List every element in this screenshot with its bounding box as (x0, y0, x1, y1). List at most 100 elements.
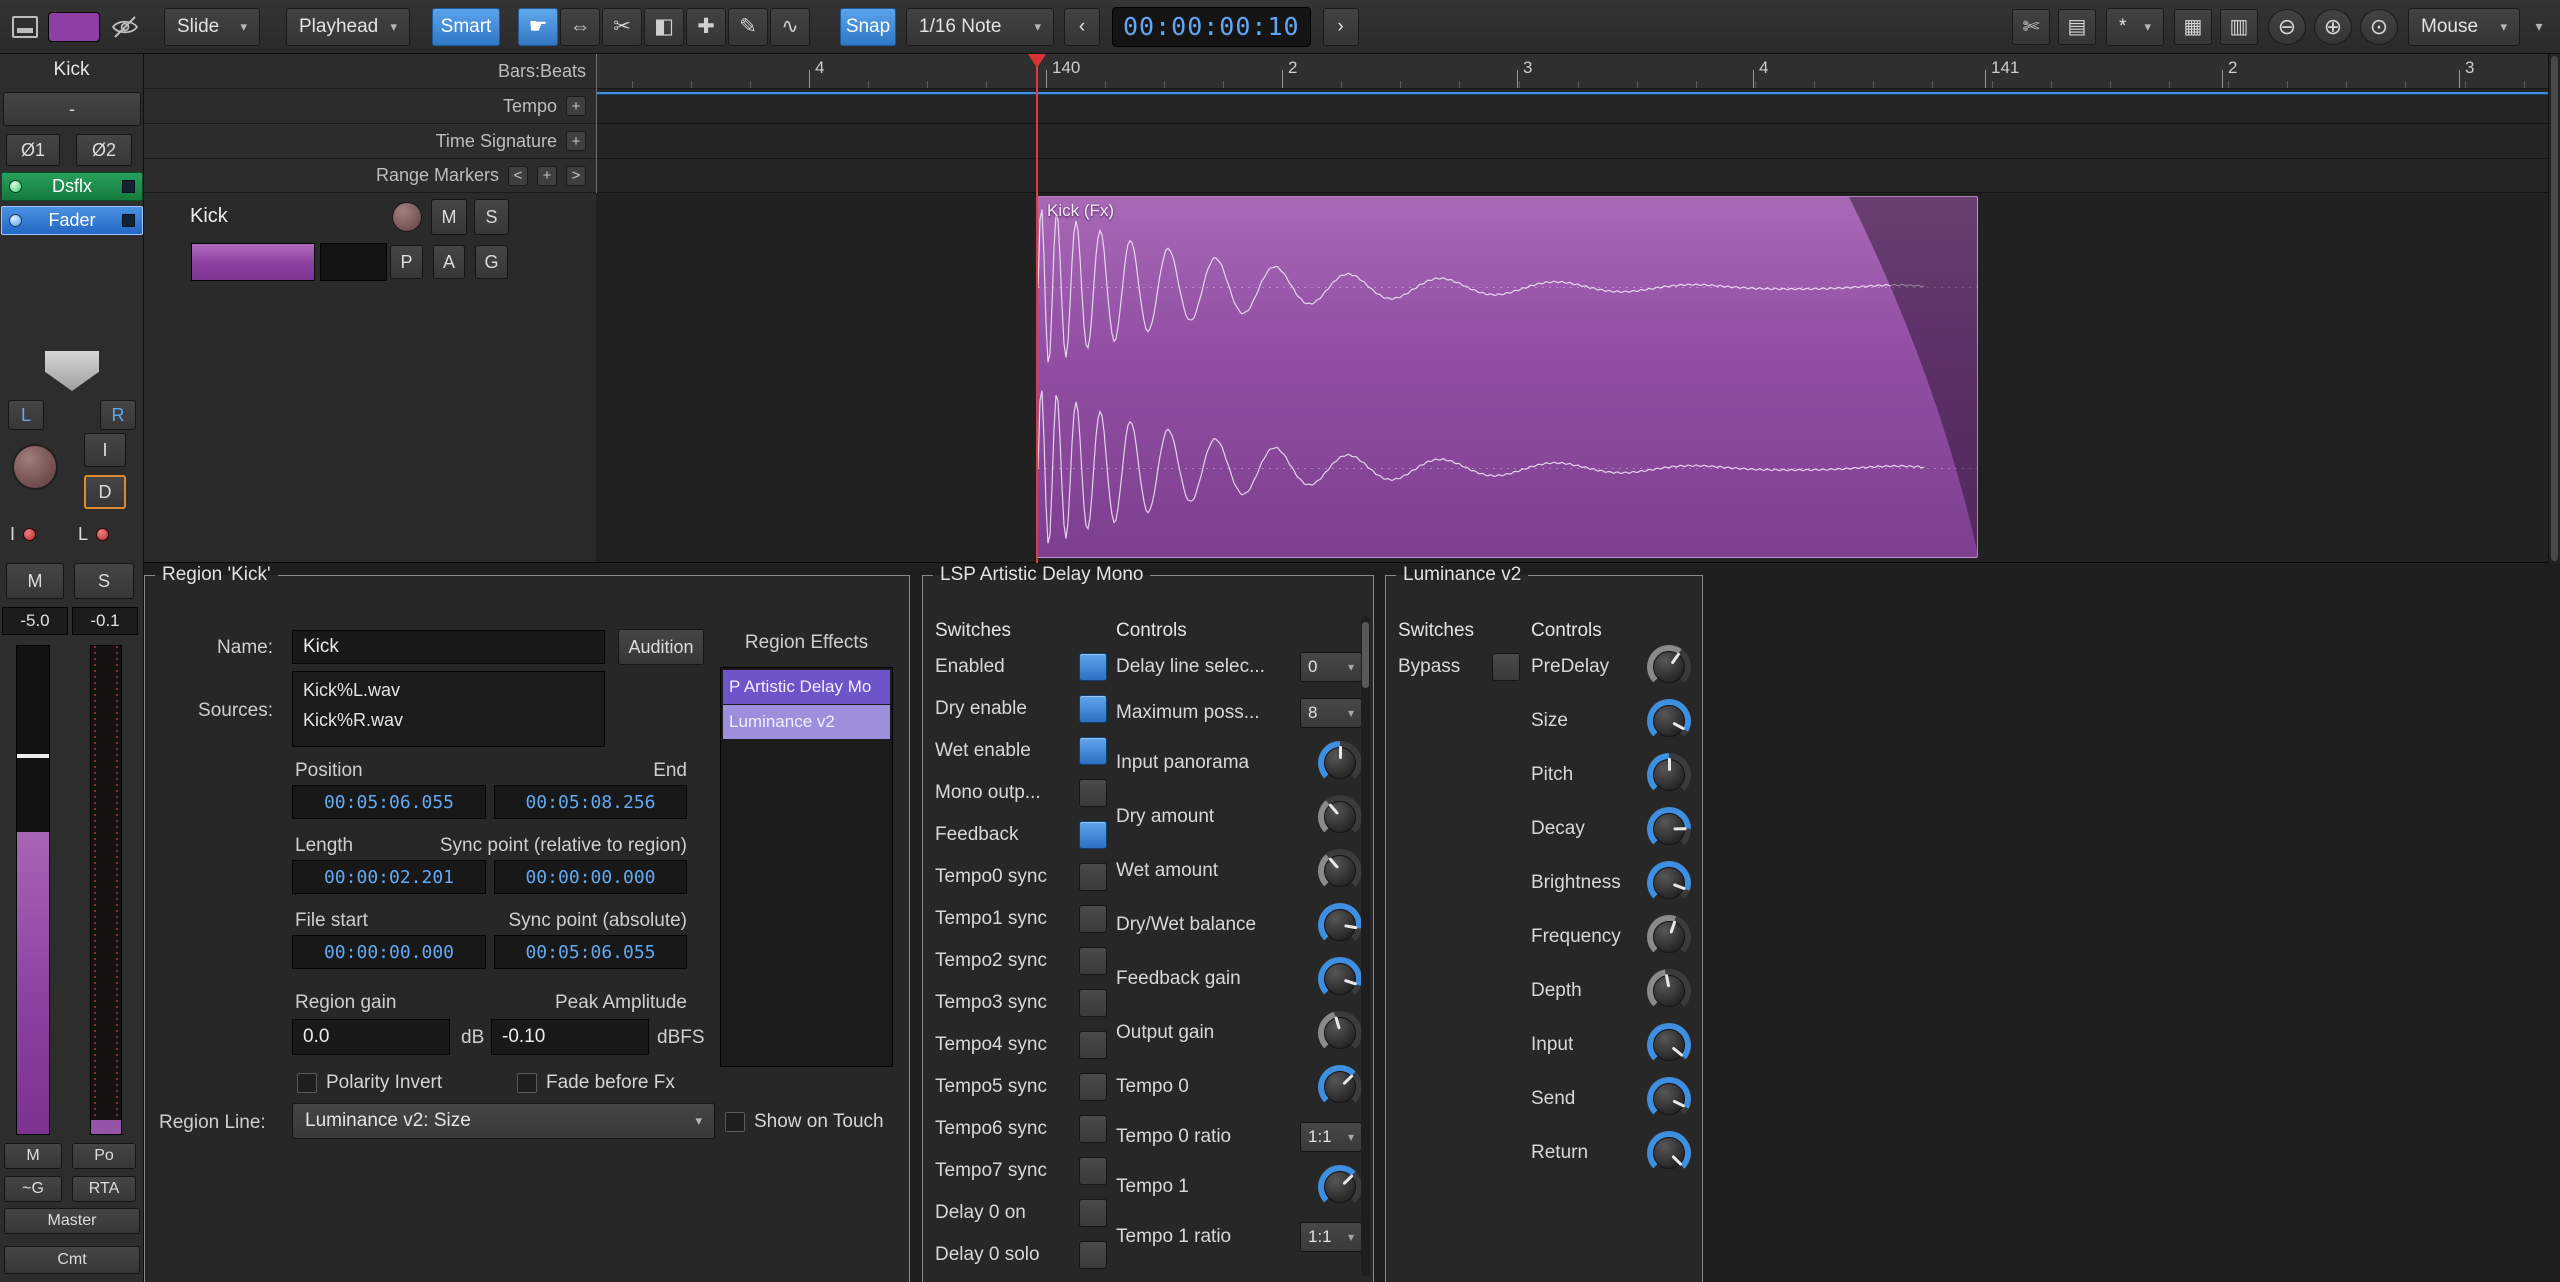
scrollbar-thumb[interactable] (2551, 56, 2558, 561)
track-name[interactable]: Kick (190, 205, 228, 228)
toggle-switch[interactable] (1079, 1199, 1107, 1227)
toolbar-overflow-icon[interactable]: ▾ (2530, 18, 2548, 35)
region-effects-list[interactable]: P Artistic Delay MoLuminance v2 (720, 667, 893, 1067)
mini-select[interactable]: 0▾ (1300, 652, 1362, 682)
position-clock[interactable]: 00:05:06.055 (292, 785, 486, 819)
group-button[interactable]: ~G (4, 1176, 62, 1202)
playhead-marker[interactable] (1028, 54, 1046, 68)
mouse-mode-dropdown[interactable]: Mouse ▾ (2408, 8, 2520, 46)
knob[interactable] (1647, 915, 1691, 959)
knob[interactable] (1318, 1065, 1362, 1109)
toggle-switch[interactable] (1079, 1115, 1107, 1143)
region-effect-item[interactable]: Luminance v2 (723, 705, 890, 739)
nudge-forward-button[interactable]: › (1323, 8, 1359, 46)
pan-knob-pointer[interactable] (45, 351, 99, 391)
range-markers-ruler-label[interactable]: Range Markers < + > (144, 159, 596, 193)
toggle-switch[interactable] (1079, 863, 1107, 891)
knob[interactable] (1318, 957, 1362, 1001)
add-marker-button[interactable]: + (537, 166, 557, 186)
track-mini-display[interactable] (320, 243, 387, 281)
knob[interactable] (1647, 1131, 1691, 1175)
toggle-switch[interactable] (1079, 989, 1107, 1017)
audio-region[interactable]: Kick (Fx) (1037, 196, 1978, 558)
mini-select[interactable]: 1:1▾ (1300, 1222, 1362, 1252)
show-on-touch-checkbox[interactable]: Show on Touch (725, 1111, 884, 1133)
source-item[interactable]: Kick%L.wav (303, 680, 594, 701)
eye-slash-icon[interactable] (110, 14, 140, 40)
sources-box[interactable]: Kick%L.wav Kick%R.wav (292, 671, 605, 747)
next-marker-button[interactable]: > (566, 166, 586, 186)
range-markers-strip[interactable] (597, 159, 2560, 193)
nudge-back-button[interactable]: ‹ (1064, 8, 1100, 46)
knob[interactable] (1647, 969, 1691, 1013)
zoom-fit-button[interactable]: ⊙ (2360, 9, 2398, 45)
track-solo-button[interactable]: S (474, 199, 509, 235)
transport-clock[interactable]: 00:00:00:10 (1112, 7, 1311, 47)
processor-dsflx[interactable]: Dsflx (1, 172, 143, 201)
grid-button[interactable]: ▦ (2174, 9, 2212, 45)
processor-edit-box[interactable] (122, 180, 135, 193)
grid-unit-dropdown[interactable]: 1/16 Note ▾ (906, 8, 1054, 46)
file-start-clock[interactable]: 00:00:00.000 (292, 935, 486, 969)
post-button[interactable]: Po (72, 1143, 136, 1169)
input-monitor-button[interactable]: I (84, 433, 126, 467)
knob[interactable] (1318, 849, 1362, 893)
knob[interactable] (1647, 645, 1691, 689)
strip-collapse-button[interactable]: - (3, 92, 141, 126)
toggle-switch[interactable] (1492, 653, 1520, 681)
sync-abs-clock[interactable]: 00:05:06.055 (494, 935, 687, 969)
monitor-icon[interactable] (12, 16, 38, 38)
checkbox-icon[interactable] (517, 1073, 537, 1093)
snap-button[interactable]: Snap (840, 8, 896, 46)
processor-active-led[interactable] (9, 214, 22, 227)
source-item[interactable]: Kick%R.wav (303, 710, 594, 731)
phase-2-button[interactable]: Ø2 (76, 134, 132, 166)
region-effect-item[interactable]: P Artistic Delay Mo (723, 670, 890, 704)
scrollbar-thumb[interactable] (1362, 622, 1369, 688)
toggle-switch[interactable] (1079, 1241, 1107, 1269)
sync-rel-clock[interactable]: 00:00:00.000 (494, 860, 687, 894)
knob[interactable] (1318, 1011, 1362, 1055)
zoom-out-button[interactable]: ⊖ (2268, 9, 2306, 45)
track-mute-button[interactable]: M (431, 199, 467, 235)
processor-edit-box[interactable] (122, 214, 135, 227)
rta-button[interactable]: RTA (72, 1176, 136, 1202)
add-time-signature-button[interactable]: + (566, 131, 586, 151)
phase-1-button[interactable]: Ø1 (6, 134, 60, 166)
gain-fader-handle[interactable] (17, 754, 49, 758)
layers-button[interactable]: ▤ (2058, 9, 2096, 45)
knob[interactable] (1647, 1077, 1691, 1121)
track-color-bar[interactable] (191, 243, 315, 281)
knob[interactable] (1647, 699, 1691, 743)
checkbox-icon[interactable] (297, 1073, 317, 1093)
region-name-input[interactable]: Kick (292, 630, 605, 664)
edit-point-dropdown[interactable]: Playhead ▾ (286, 8, 410, 46)
audition-tool-button[interactable]: ◧ (644, 8, 684, 46)
knob[interactable] (1318, 1165, 1362, 1209)
toggle-switch[interactable] (1079, 737, 1107, 765)
toggle-switch[interactable] (1079, 695, 1107, 723)
stretch-tool-button[interactable]: ✚ (686, 8, 726, 46)
plugin-scrollbar[interactable] (1361, 616, 1370, 1276)
mini-select[interactable]: 1:1▾ (1300, 1122, 1362, 1152)
track-header[interactable]: Kick M S P A G (144, 193, 596, 563)
cut-tool-button[interactable]: ✂ (602, 8, 642, 46)
region-gain-input[interactable]: 0.0 (292, 1019, 450, 1055)
processor-active-led[interactable] (9, 180, 22, 193)
master-button[interactable]: Master (4, 1208, 140, 1234)
playlist-button[interactable]: P (390, 245, 423, 279)
editor-vertical-scrollbar[interactable] (2548, 54, 2560, 563)
gain-fader[interactable] (16, 645, 50, 1135)
pan-left-button[interactable]: L (8, 400, 44, 430)
automation-button[interactable]: A (433, 245, 465, 279)
playhead[interactable] (1036, 54, 1038, 563)
checkbox-icon[interactable] (725, 1112, 745, 1132)
prev-marker-button[interactable]: < (508, 166, 528, 186)
audition-button[interactable]: Audition (618, 629, 704, 665)
record-enable-button[interactable] (12, 444, 58, 490)
peak-display[interactable]: -0.1 (72, 607, 138, 635)
meter-point-button[interactable]: M (4, 1143, 62, 1169)
polarity-invert-checkbox[interactable]: Polarity Invert (297, 1072, 442, 1094)
marker-menu-dropdown[interactable]: * ▾ (2106, 8, 2164, 46)
zoom-in-button[interactable]: ⊕ (2314, 9, 2352, 45)
